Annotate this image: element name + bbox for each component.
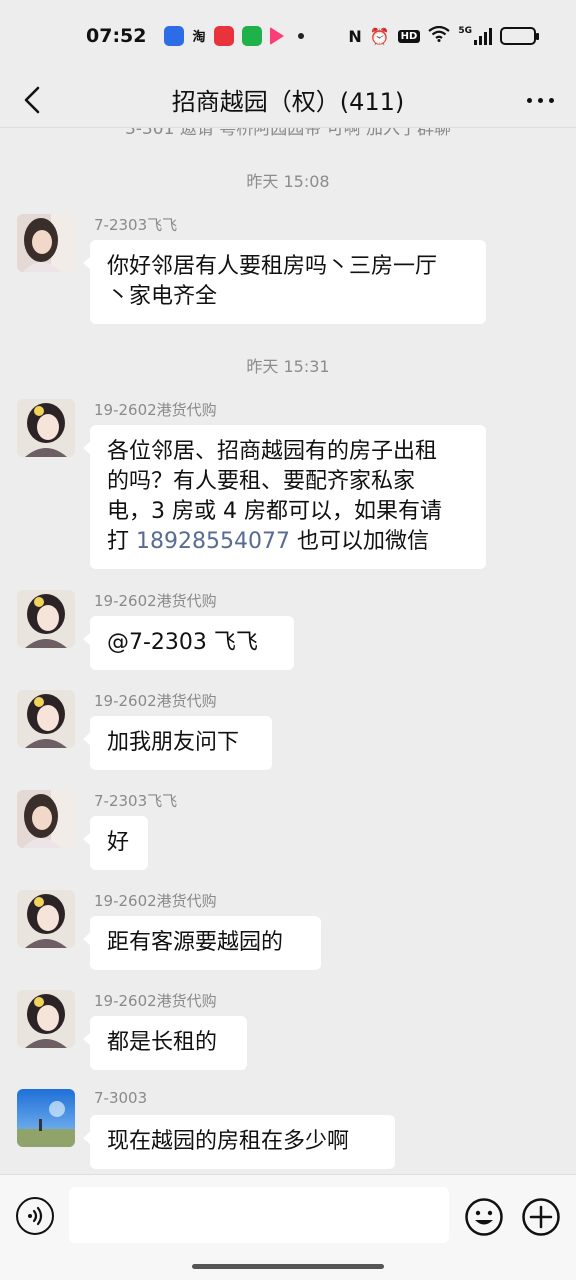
more-dot — [538, 97, 543, 103]
message-bubble[interactable]: 各位邻居、招商越园有的房子出租 的吗？有人要租、要配齐家私家 电，3 房或 4 … — [83, 425, 486, 569]
message-bubble[interactable]: 加我朋友问下 — [83, 716, 272, 770]
avatar[interactable] — [17, 890, 75, 948]
chat-header: 招商越园（权）(411) — [0, 72, 576, 128]
toutiao-icon — [213, 26, 234, 46]
notification-dot-icon — [297, 33, 304, 39]
avatar[interactable] — [17, 214, 75, 272]
avatar[interactable] — [17, 590, 75, 648]
sender-name: 19-2602港货代购 — [94, 892, 217, 910]
status-bar: 07:52 淘 N ⏰ HD 5G — [0, 0, 576, 72]
message-list[interactable]: 3-301 邀请 粤桥阿园园带 可啊 加入了群聊 昨天 15:08 7-2303… — [0, 128, 576, 1174]
plus-icon — [522, 1198, 560, 1236]
status-right: N ⏰ HD 5G — [348, 25, 539, 46]
network-type: 5G — [458, 26, 472, 36]
avatar[interactable] — [17, 990, 75, 1048]
status-time: 07:52 — [86, 25, 147, 47]
avatar[interactable] — [17, 790, 75, 848]
home-indicator[interactable] — [192, 1264, 384, 1269]
voice-button[interactable] — [16, 1197, 54, 1235]
signal-icon — [474, 27, 492, 45]
input-bar — [0, 1174, 576, 1280]
message-input[interactable] — [69, 1187, 449, 1243]
voice-icon — [28, 1206, 43, 1226]
message-bubble[interactable]: 好 — [83, 816, 148, 870]
sender-name: 19-2602港货代购 — [94, 992, 217, 1010]
avatar[interactable] — [17, 1089, 75, 1147]
more-dot — [549, 97, 554, 103]
wifi-icon — [428, 25, 451, 46]
battery-icon — [500, 27, 539, 45]
more-functions-button[interactable] — [521, 1197, 561, 1237]
sender-name: 19-2602港货代购 — [94, 692, 217, 710]
message-bubble[interactable]: 你好邻居有人要租房吗丶三房一厅 丶家电齐全 — [83, 240, 486, 324]
system-notice: 3-301 邀请 粤桥阿园园带 可啊 加入了群聊 — [124, 128, 451, 139]
chat-title: 招商越园（权）(411) — [171, 88, 405, 116]
taobao-icon: 淘 — [192, 30, 206, 45]
time-divider: 昨天 15:31 — [246, 357, 330, 376]
alarm-icon: ⏰ — [369, 26, 390, 46]
message-text: 也可以加微信 — [289, 529, 429, 554]
sender-name: 19-2602港货代购 — [94, 592, 217, 610]
sender-name: 7-2303飞飞 — [94, 216, 178, 234]
video-app-icon — [269, 27, 284, 45]
status-app-icons: 淘 — [164, 26, 304, 46]
phone-number-link[interactable]: 18928554077 — [136, 529, 290, 554]
message-bubble[interactable]: 现在越园的房租在多少啊 — [83, 1115, 395, 1169]
emoji-button[interactable] — [464, 1197, 504, 1237]
avatar[interactable] — [17, 690, 75, 748]
more-options-button[interactable] — [527, 82, 554, 118]
baidu-icon — [164, 26, 185, 46]
message-bubble[interactable]: 都是长租的 — [83, 1016, 247, 1070]
chevron-left-icon — [24, 86, 40, 114]
wechat-icon — [241, 26, 262, 46]
sender-name: 7-2303飞飞 — [94, 792, 178, 810]
sender-name: 19-2602港货代购 — [94, 401, 217, 419]
sender-name: 7-3003 — [94, 1089, 148, 1107]
time-divider: 昨天 15:08 — [246, 172, 330, 191]
back-button[interactable] — [14, 80, 50, 120]
avatar[interactable] — [17, 399, 75, 457]
message-bubble[interactable]: @7-2303 飞飞 — [83, 616, 294, 670]
emoji-icon — [465, 1198, 503, 1236]
more-dots-icon — [527, 97, 532, 103]
hd-icon: HD — [397, 29, 421, 43]
nfc-icon: N — [348, 26, 362, 46]
message-bubble[interactable]: 距有客源要越园的 — [83, 916, 321, 970]
